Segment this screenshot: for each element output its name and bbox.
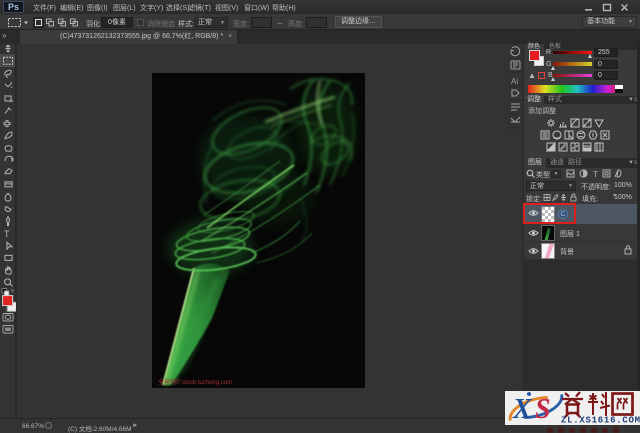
svg-text:T: T — [593, 170, 598, 178]
svg-text:X: X — [512, 394, 533, 425]
svg-text:T: T — [4, 229, 10, 239]
svg-text:Ai: Ai — [511, 77, 518, 86]
svg-text:ZL.XS1616.COM: ZL.XS1616.COM — [561, 416, 640, 426]
svg-text:全景网© stock.tuchong.com: 全景网© stock.tuchong.com — [158, 378, 232, 386]
svg-text:S: S — [535, 394, 551, 425]
